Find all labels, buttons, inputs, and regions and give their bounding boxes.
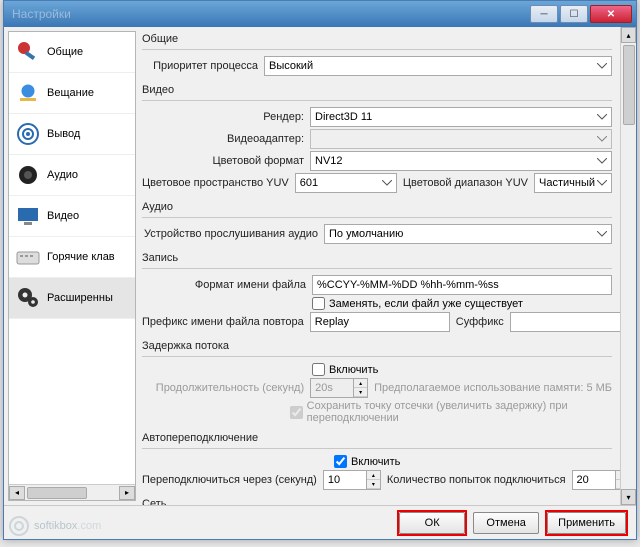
priority-select[interactable]: Высокий (264, 56, 612, 76)
ok-button[interactable]: ОК (399, 512, 465, 534)
scroll-thumb-v[interactable] (623, 45, 635, 125)
section-title-delay: Задержка потока (142, 338, 612, 354)
section-title-network: Сеть (142, 496, 612, 505)
content-scrollbar[interactable]: ▴ ▾ (620, 27, 636, 505)
priority-label: Приоритет процесса (142, 60, 258, 72)
speaker-icon (15, 162, 41, 188)
adapter-label: Видеоадаптер: (142, 133, 304, 145)
colorrange-label: Цветовой диапазон YUV (403, 177, 528, 189)
sidebar-item-label: Видео (47, 210, 79, 222)
sidebar-item-general[interactable]: Общие (9, 32, 135, 73)
duration-input[interactable] (310, 378, 354, 398)
minimize-button[interactable]: ─ (530, 5, 558, 23)
sidebar-item-audio[interactable]: Аудио (9, 155, 135, 196)
renderer-label: Рендер: (142, 111, 304, 123)
section-title-general: Общие (142, 31, 612, 47)
replay-prefix-label: Префикс имени файла повтора (142, 316, 304, 328)
reconnect-enable-checkbox[interactable]: Включить (334, 455, 400, 468)
settings-window: Настройки ─ ☐ ✕ Общие Вещание Вывод (3, 0, 637, 540)
sidebar-item-video[interactable]: Видео (9, 196, 135, 237)
scroll-up-icon[interactable]: ▴ (621, 27, 636, 43)
wrench-icon (15, 39, 41, 65)
replay-suffix-input[interactable] (510, 312, 620, 332)
adapter-select[interactable] (310, 129, 612, 149)
sidebar-item-label: Аудио (47, 169, 78, 181)
section-title-reconnect: Автопереподключение (142, 430, 612, 446)
sidebar-item-hotkeys[interactable]: Горячие клав (9, 237, 135, 278)
scroll-thumb[interactable] (27, 487, 87, 499)
retry-delay-input[interactable] (323, 470, 367, 490)
section-title-video: Видео (142, 82, 612, 98)
cancel-button[interactable]: Отмена (473, 512, 539, 534)
colorfmt-label: Цветовой формат (142, 155, 304, 167)
sidebar-item-label: Вещание (47, 87, 94, 99)
scroll-right-icon[interactable]: ▸ (119, 486, 135, 500)
category-sidebar: Общие Вещание Вывод Аудио Видео (8, 31, 136, 501)
section-title-recording: Запись (142, 250, 612, 266)
antenna-icon (15, 121, 41, 147)
sidebar-item-label: Вывод (47, 128, 80, 140)
window-title: Настройки (8, 7, 530, 21)
overwrite-checkbox[interactable]: Заменять, если файл уже существует (312, 297, 523, 310)
max-retries-label: Количество попыток подключиться (387, 474, 566, 486)
sidebar-item-stream[interactable]: Вещание (9, 73, 135, 114)
sidebar-item-advanced[interactable]: Расширенны (9, 278, 135, 319)
gear-icon (15, 285, 41, 311)
replay-prefix-input[interactable] (310, 312, 450, 332)
colorfmt-select[interactable]: NV12 (310, 151, 612, 171)
colorrange-select[interactable]: Частичный (534, 173, 612, 193)
filename-label: Формат имени файла (142, 279, 306, 291)
memory-label: Предполагаемое использование памяти: 5 М… (374, 382, 612, 394)
retry-delay-label: Переподключиться через (секунд) (142, 474, 317, 486)
delay-enable-checkbox[interactable]: Включить (312, 363, 378, 376)
titlebar[interactable]: Настройки ─ ☐ ✕ (4, 1, 636, 27)
duration-label: Продолжительность (секунд) (142, 382, 304, 394)
section-title-audio: Аудио (142, 199, 612, 215)
colorspace-label: Цветовое пространство YUV (142, 177, 289, 189)
sidebar-scrollbar[interactable]: ◂ ▸ (9, 484, 135, 500)
scroll-down-icon[interactable]: ▾ (621, 489, 636, 505)
apply-button[interactable]: Применить (547, 512, 626, 534)
monitor-icon (15, 203, 41, 229)
monitor-select[interactable]: По умолчанию (324, 224, 612, 244)
sidebar-item-output[interactable]: Вывод (9, 114, 135, 155)
retry-delay-spinner[interactable]: ▴▾ (367, 470, 381, 490)
colorspace-select[interactable]: 601 (295, 173, 397, 193)
filename-input[interactable] (312, 275, 612, 295)
sidebar-item-label: Общие (47, 46, 83, 58)
scroll-left-icon[interactable]: ◂ (9, 486, 25, 500)
sidebar-item-label: Расширенны (47, 292, 113, 304)
duration-spinner[interactable]: ▴▾ (354, 378, 368, 398)
keyboard-icon (15, 244, 41, 270)
preserve-checkbox: Сохранить точку отсечки (увеличить задер… (290, 400, 612, 424)
replay-suffix-label: Суффикс (456, 316, 504, 328)
dialog-footer: ОК Отмена Применить (4, 505, 636, 539)
settings-content: Общие Приоритет процесса Высокий Видео Р… (136, 27, 620, 505)
close-button[interactable]: ✕ (590, 5, 632, 23)
maximize-button[interactable]: ☐ (560, 5, 588, 23)
globe-icon (15, 80, 41, 106)
sidebar-item-label: Горячие клав (47, 251, 115, 263)
renderer-select[interactable]: Direct3D 11 (310, 107, 612, 127)
monitor-label: Устройство прослушивания аудио (142, 228, 318, 240)
max-retries-input[interactable] (572, 470, 616, 490)
